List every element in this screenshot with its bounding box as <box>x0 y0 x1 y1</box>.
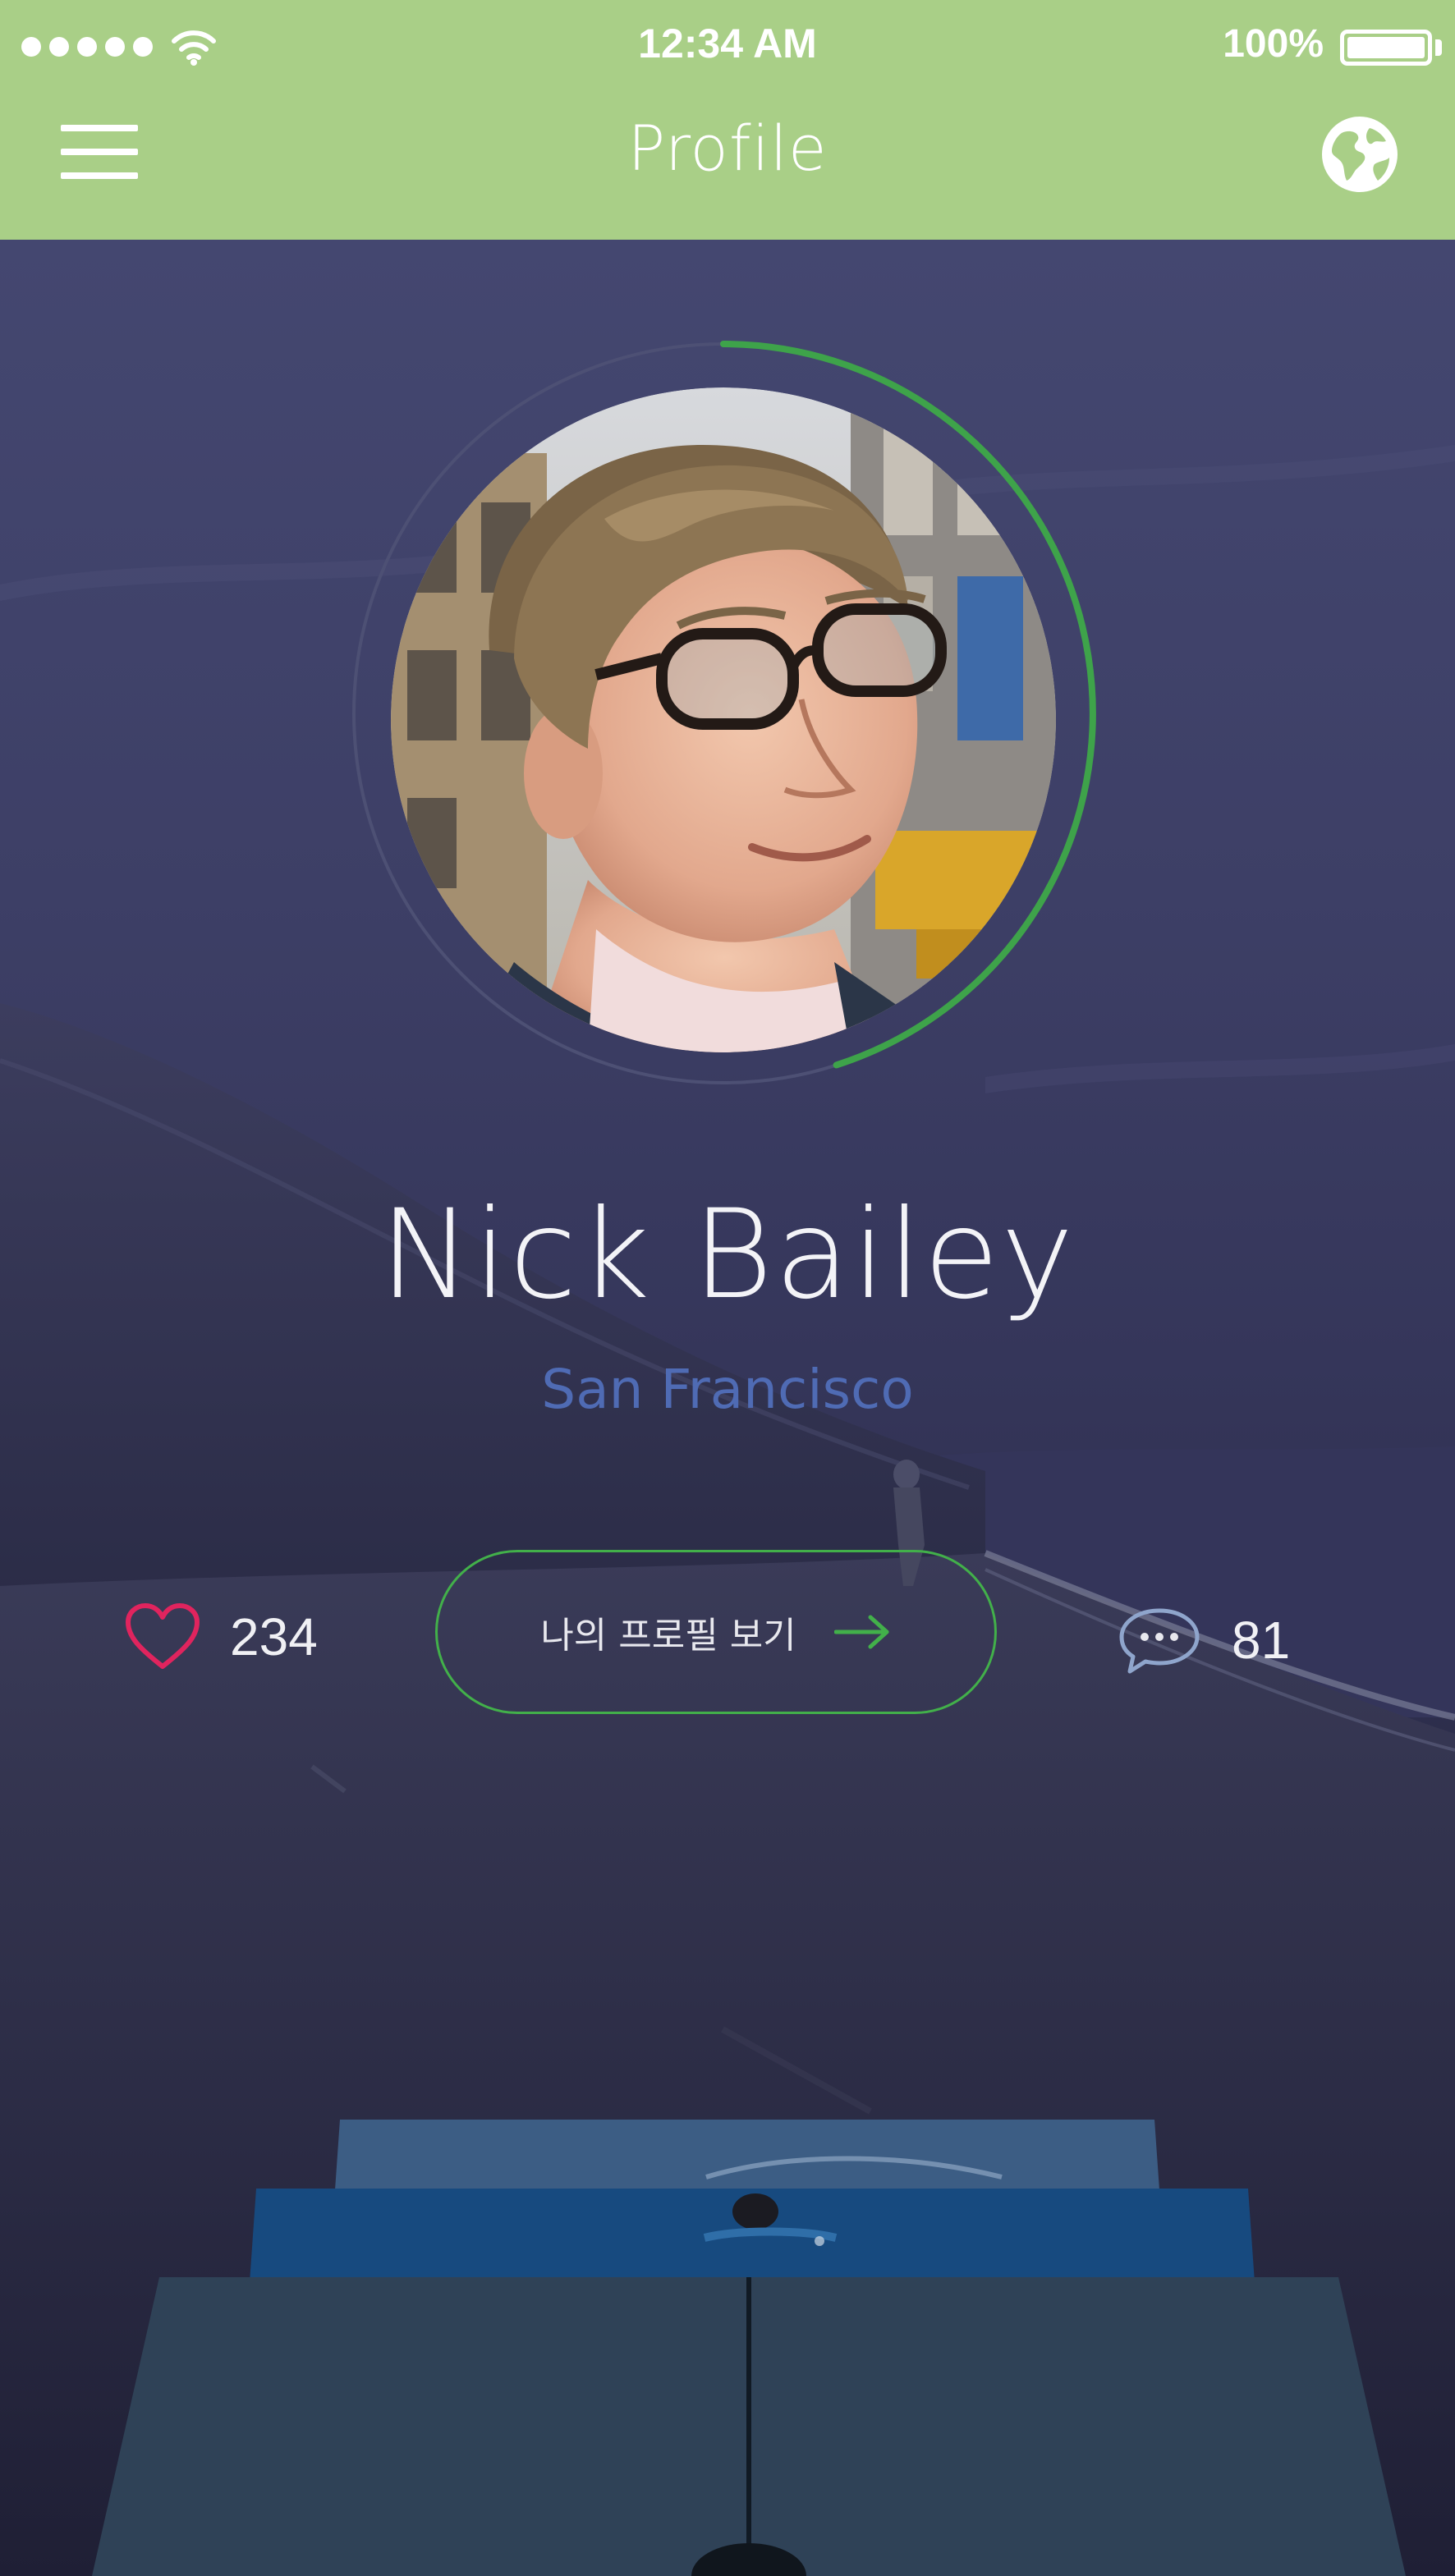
view-profile-label: 나의 프로필 보기 <box>540 1615 796 1657</box>
profile-name: Nick Bailey <box>379 1184 1076 1327</box>
page-title: Profile <box>627 112 828 185</box>
comments-count: 81 <box>1232 1611 1291 1670</box>
likes-count: 234 <box>230 1607 318 1666</box>
profile-screen: 12:34 AM 100% Profile Nick Bailey San Fr… <box>0 0 1455 2576</box>
card-front[interactable] <box>92 2277 1406 2576</box>
view-profile-button[interactable]: 나의 프로필 보기 <box>435 1550 997 1714</box>
avatar <box>391 387 1056 1052</box>
heart-icon <box>126 1603 200 1669</box>
profile-location: San Francisco <box>541 1358 914 1421</box>
profile-hero: Nick Bailey San Francisco 234 나의 프로필 보기 <box>0 240 1455 2576</box>
card-stack <box>0 2120 1455 2576</box>
comments-counter[interactable]: 81 <box>1117 1606 1290 1675</box>
battery-tip <box>1435 39 1442 56</box>
globe-icon[interactable] <box>1320 115 1399 194</box>
arrow-right-icon <box>833 1615 889 1649</box>
speech-bubble-icon <box>1119 1608 1200 1674</box>
battery-percentage: 100% <box>1223 22 1324 66</box>
likes-counter[interactable]: 234 <box>123 1602 318 1671</box>
battery-icon <box>1340 30 1432 66</box>
top-bar: 12:34 AM 100% Profile <box>0 0 1455 240</box>
